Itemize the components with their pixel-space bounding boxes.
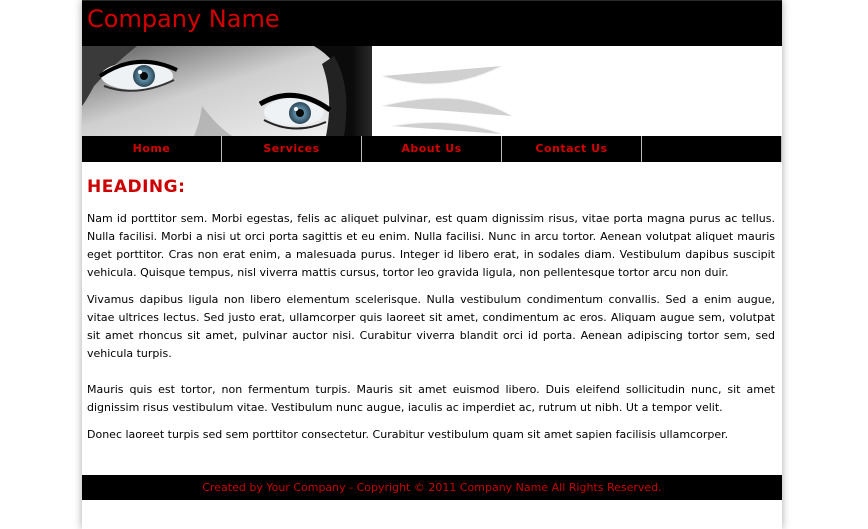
nav-about-us[interactable]: About Us (362, 136, 502, 162)
content-heading: HEADING: (87, 177, 186, 197)
content-paragraph: Mauris quis est tortor, non fermentum tu… (87, 383, 775, 414)
nav-empty-slot (642, 136, 782, 162)
main-content: HEADING: Nam id porttitor sem. Morbi ege… (82, 162, 782, 444)
page-container: Company Name Home Services About Us Cont… (82, 0, 782, 529)
copyright-text: Created by Your Company - Copyright © 20… (202, 481, 662, 494)
nav-contact-us[interactable]: Contact Us (502, 136, 642, 162)
header-banner-image (82, 46, 782, 136)
main-navigation: Home Services About Us Contact Us (82, 136, 782, 162)
content-paragraph: Nam id porttitor sem. Morbi egestas, fel… (87, 212, 775, 279)
face-illustration (82, 46, 513, 136)
site-header: Company Name (82, 0, 782, 46)
content-paragraph: Donec laoreet turpis sed sem porttitor c… (87, 428, 729, 441)
site-title: Company Name (87, 5, 280, 33)
nav-home[interactable]: Home (82, 136, 222, 162)
nav-services[interactable]: Services (222, 136, 362, 162)
site-footer: Created by Your Company - Copyright © 20… (82, 475, 782, 500)
content-paragraph: Vivamus dapibus ligula non libero elemen… (87, 293, 775, 360)
